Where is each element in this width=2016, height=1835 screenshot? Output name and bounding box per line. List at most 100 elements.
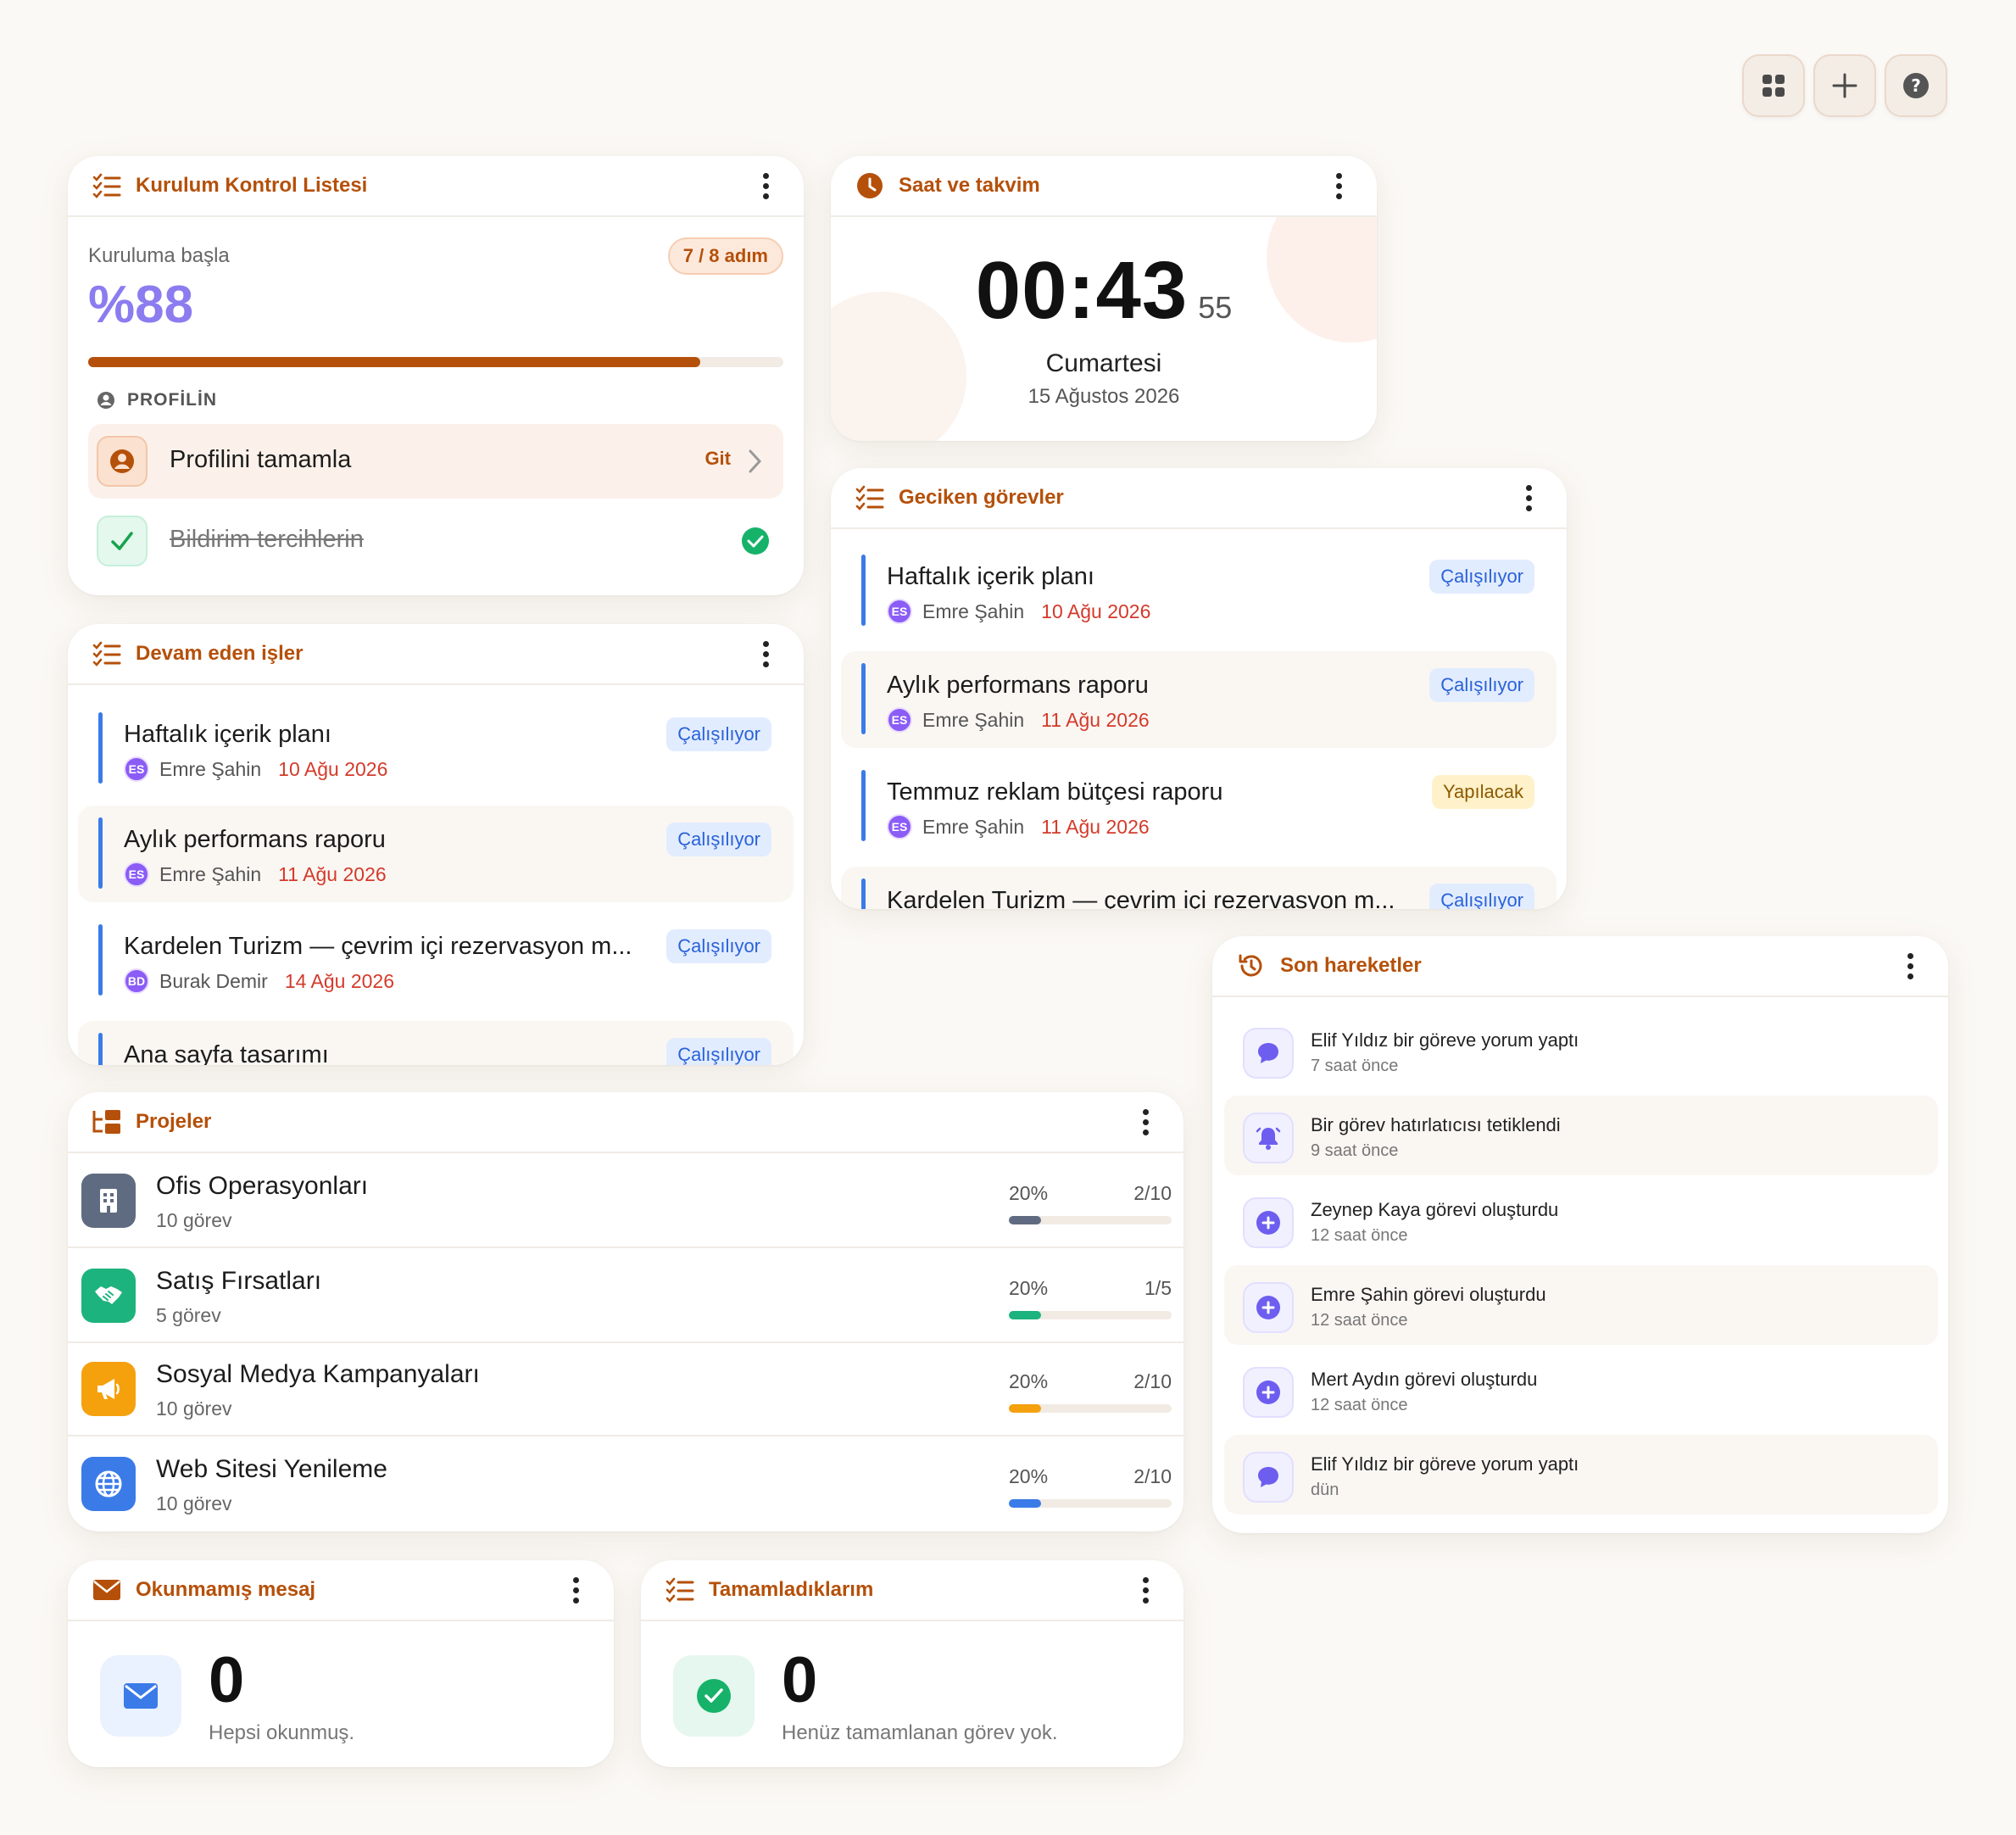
clock-card: Saat ve takvim 00:43 55 Cumartesi 15 Ağus… (831, 156, 1377, 441)
task-color-bar (861, 663, 866, 734)
status-badge: Çalışılıyor (1429, 884, 1534, 909)
plus-circle-icon (1243, 1282, 1294, 1333)
svg-text:?: ? (1911, 75, 1921, 96)
more-options-icon[interactable] (1133, 1573, 1158, 1607)
project-percent: 20% (1009, 1182, 1049, 1204)
more-options-icon[interactable] (1326, 169, 1351, 203)
task-name: Ana sayfa tasarımı (124, 1041, 329, 1065)
checklist-item-profile[interactable]: Profilini tamamla Git (88, 424, 783, 499)
activity-text: Mert Aydın görevi oluşturdu (1311, 1369, 1538, 1390)
activity-item[interactable]: Emre Şahin görevi oluşturdu 12 saat önce (1224, 1265, 1938, 1345)
clock-date: 15 Ağustos 2026 (1027, 385, 1180, 408)
progress-percent: %88 (88, 276, 194, 334)
more-options-icon[interactable] (1897, 949, 1923, 983)
project-row[interactable]: Satış Fırsatları 5 görev 20% 1/5 (68, 1250, 1183, 1343)
add-widget-button[interactable] (1813, 54, 1876, 117)
more-options-icon[interactable] (1516, 481, 1541, 515)
activity-text: Elif Yıldız bir göreve yorum yaptı (1311, 1029, 1579, 1051)
card-title: Geciken görevler (899, 486, 1064, 509)
assignee-name: Emre Şahin (159, 757, 262, 780)
card-header: Saat ve takvim (831, 156, 1377, 217)
checklist-icon (92, 170, 122, 201)
clock-icon (855, 170, 885, 201)
project-row[interactable]: Web Sitesi Yenileme 10 görev 20% 2/10 (68, 1438, 1183, 1531)
task-name: Aylık performans raporu (124, 826, 386, 853)
task-name: Aylık performans raporu (887, 672, 1149, 699)
more-options-icon[interactable] (753, 169, 778, 203)
task-item[interactable]: Aylık performans raporu ES Emre Şahin 11 A… (841, 651, 1557, 748)
task-item[interactable]: Kardelen Turizm — çevrim içi rezervasyon… (841, 867, 1557, 909)
in-progress-card: Devam eden işler Haftalık içerik planı E… (68, 624, 804, 1065)
activity-item[interactable]: Bir görev hatırlatıcısı tetiklendi 9 saa… (1224, 1096, 1938, 1175)
activity-item[interactable]: Zeynep Kaya görevi oluşturdu 12 saat önc… (1224, 1180, 1938, 1260)
project-tree-icon (92, 1107, 122, 1137)
task-item[interactable]: Temmuz reklam bütçesi raporu ES Emre Şahi… (841, 758, 1557, 855)
due-date: 14 Ağu 2026 (284, 969, 394, 992)
grid-view-button[interactable] (1742, 54, 1805, 117)
task-item[interactable]: Kardelen Turizm — çevrim içi rezervasyon… (78, 912, 794, 1009)
checklist-item-notifications[interactable]: Bildirim tercihlerin (88, 504, 783, 578)
help-button[interactable]: ? (1885, 54, 1947, 117)
card-header: Kurulum Kontrol Listesi (68, 156, 804, 217)
card-title: Son hareketler (1280, 954, 1422, 977)
activity-time: 9 saat önce (1311, 1141, 1399, 1160)
task-name: Kardelen Turizm — çevrim içi rezervasyon… (124, 933, 632, 960)
unread-caption: Hepsi okunmuş. (209, 1721, 355, 1744)
status-badge: Çalışılıyor (666, 1038, 771, 1065)
clock-time: 00:43 (975, 245, 1189, 336)
projects-card: Projeler Ofis Operasyonları 10 görev 20%… (68, 1092, 1183, 1531)
avatar: ES (887, 814, 912, 839)
task-item[interactable]: Aylık performans raporu ES Emre Şahin 11 A… (78, 806, 794, 902)
progress-fill (88, 357, 700, 367)
activity-time: 12 saat önce (1311, 1311, 1408, 1330)
start-label: Kuruluma başla (88, 244, 230, 267)
task-item[interactable]: Haftalık içerik planı ES Emre Şahin 10 Ağu… (841, 543, 1557, 639)
activity-item[interactable]: Elif Yıldız bir göreve yorum yaptı 7 saa… (1224, 1011, 1938, 1090)
task-item[interactable]: Ana sayfa tasarımı Çalışılıyor (78, 1021, 794, 1065)
card-header: Son hareketler (1212, 936, 1948, 997)
checklist-icon (855, 482, 885, 513)
activity-text: Elif Yıldız bir göreve yorum yaptı (1311, 1453, 1579, 1475)
check-box-icon (97, 516, 148, 566)
card-title: Saat ve takvim (899, 174, 1040, 197)
assignee-name: Emre Şahin (922, 708, 1025, 731)
plus-circle-icon (1243, 1197, 1294, 1248)
project-progress-fill (1009, 1404, 1042, 1413)
status-badge: Çalışılıyor (1429, 668, 1534, 702)
card-title: Kurulum Kontrol Listesi (136, 174, 368, 197)
project-row[interactable]: Sosyal Medya Kampanyaları 10 görev 20% 2… (68, 1343, 1183, 1436)
more-options-icon[interactable] (1133, 1105, 1158, 1139)
task-item[interactable]: Haftalık içerik planı ES Emre Şahin 10 Ağu… (78, 700, 794, 797)
completed-count: 0 (782, 1644, 818, 1716)
project-name: Ofis Operasyonları (156, 1172, 369, 1200)
project-fraction: 2/10 (1133, 1182, 1172, 1204)
task-color-bar (861, 770, 866, 841)
mail-icon (100, 1655, 181, 1737)
project-row[interactable]: Ofis Operasyonları 10 görev 20% 2/10 (68, 1155, 1183, 1248)
project-fraction: 2/10 (1133, 1465, 1172, 1487)
more-options-icon[interactable] (753, 637, 778, 671)
card-header: Geciken görevler (831, 468, 1567, 529)
due-date: 10 Ağu 2026 (278, 757, 388, 780)
go-link[interactable]: Git (704, 448, 731, 470)
task-name: Kardelen Turizm — çevrim içi rezervasyon… (887, 887, 1395, 909)
status-badge: Çalışılıyor (666, 823, 771, 856)
more-options-icon[interactable] (563, 1573, 588, 1607)
activity-time: 12 saat önce (1311, 1396, 1408, 1414)
status-badge: Çalışılıyor (666, 929, 771, 963)
completed-caption: Henüz tamamlanan görev yok. (782, 1721, 1058, 1744)
activity-text: Bir görev hatırlatıcısı tetiklendi (1311, 1114, 1561, 1135)
task-name: Haftalık içerik planı (124, 721, 331, 748)
activity-item[interactable]: Mert Aydın görevi oluşturdu 12 saat önce (1224, 1350, 1938, 1430)
assignee-name: Burak Demir (159, 969, 268, 992)
recent-activity-card: Son hareketler Elif Yıldız bir göreve yo… (1212, 936, 1948, 1533)
setup-checklist-card: Kurulum Kontrol Listesi Kuruluma başla 7… (68, 156, 804, 595)
avatar: ES (124, 862, 149, 887)
activity-item[interactable]: Elif Yıldız bir göreve yorum yaptı dün (1224, 1435, 1938, 1514)
activity-text: Zeynep Kaya görevi oluşturdu (1311, 1199, 1559, 1220)
avatar: ES (887, 707, 912, 733)
card-title: Projeler (136, 1110, 212, 1133)
grid-icon (1763, 75, 1785, 97)
project-percent: 20% (1009, 1277, 1049, 1299)
project-progress-fill (1009, 1499, 1042, 1508)
